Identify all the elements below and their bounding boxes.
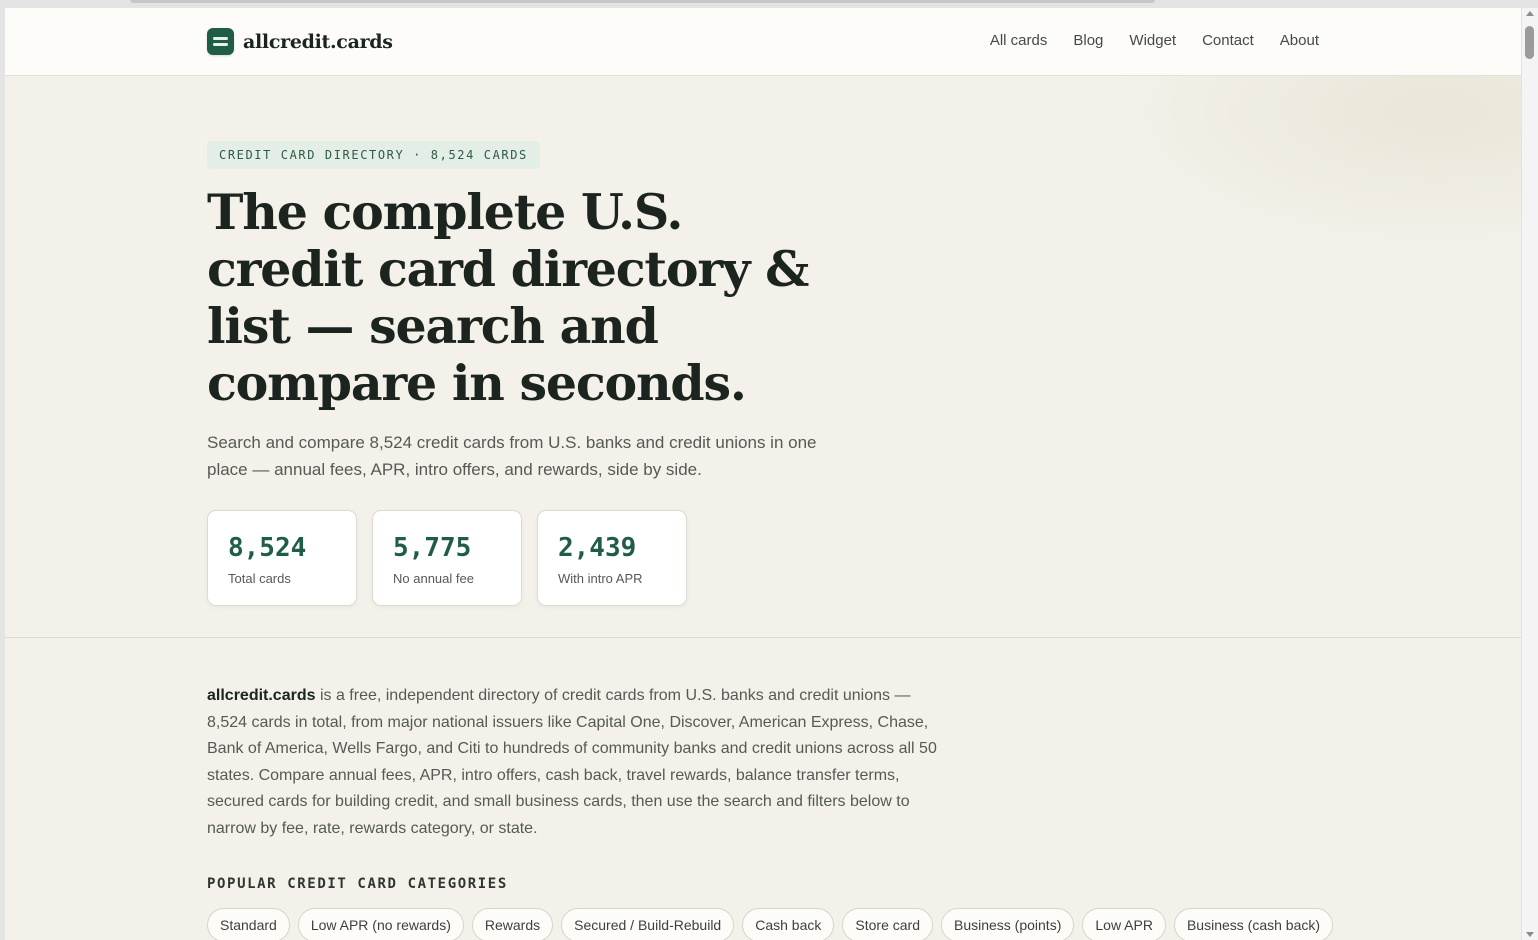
intro-brand: allcredit.cards [207,687,316,704]
logo-icon [207,28,234,55]
nav-blog[interactable]: Blog [1073,32,1103,49]
scrollbar-thumb[interactable] [1525,26,1534,59]
site-logo[interactable]: allcredit.cards [207,28,393,55]
stat-card-intro-apr: 2,439 With intro APR [537,510,687,606]
stat-value: 8,524 [228,533,307,563]
category-chip-business-points[interactable]: Business (points) [940,908,1075,940]
nav-about[interactable]: About [1280,32,1319,49]
nav-all-cards[interactable]: All cards [990,32,1048,49]
category-chip-secured[interactable]: Secured / Build-Rebuild [561,908,735,940]
stat-label: Total cards [228,571,291,586]
category-chip-business-cash-back[interactable]: Business (cash back) [1173,908,1334,940]
logo-text: allcredit.cards [243,30,393,53]
stat-card-no-annual-fee: 5,775 No annual fee [372,510,522,606]
category-chips: Standard Low APR (no rewards) Rewards Se… [207,908,1334,940]
nav-widget[interactable]: Widget [1129,32,1176,49]
hero-eyebrow-badge: CREDIT CARD DIRECTORY · 8,524 CARDS [207,141,540,169]
intro-text: is a free, independent directory of cred… [207,687,937,837]
main-nav: All cards Blog Widget Contact About [990,32,1319,49]
stat-label: With intro APR [558,571,643,586]
hero-subtitle: Search and compare 8,524 credit cards fr… [207,433,817,479]
category-chip-store-card[interactable]: Store card [842,908,933,940]
page-title: The complete U.S. credit card directory … [207,183,809,412]
categories-heading: POPULAR CREDIT CARD CATEGORIES [207,876,508,892]
page-viewport: allcredit.cards All cards Blog Widget Co… [5,8,1521,940]
browser-top-strip [130,0,1155,3]
site-header: allcredit.cards All cards Blog Widget Co… [5,8,1521,76]
stat-value: 5,775 [393,533,472,563]
category-chip-rewards[interactable]: Rewards [471,908,554,940]
category-chip-cash-back[interactable]: Cash back [742,908,835,940]
category-chip-low-apr[interactable]: Low APR [1082,908,1166,940]
stat-label: No annual fee [393,571,474,586]
scroll-down-arrow-icon[interactable] [1526,932,1534,937]
stats-row: 8,524 Total cards 5,775 No annual fee 2,… [207,510,687,606]
category-chip-low-apr-no-rewards[interactable]: Low APR (no rewards) [297,908,464,940]
stat-value: 2,439 [558,533,637,563]
vertical-scrollbar[interactable] [1521,8,1538,940]
intro-paragraph: allcredit.cards is a free, independent d… [207,683,942,842]
nav-contact[interactable]: Contact [1202,32,1254,49]
stat-card-total-cards: 8,524 Total cards [207,510,357,606]
hero-background-glow [1101,76,1521,256]
category-chip-standard[interactable]: Standard [207,908,290,940]
section-divider [5,637,1521,638]
scroll-up-arrow-icon[interactable] [1526,11,1534,16]
